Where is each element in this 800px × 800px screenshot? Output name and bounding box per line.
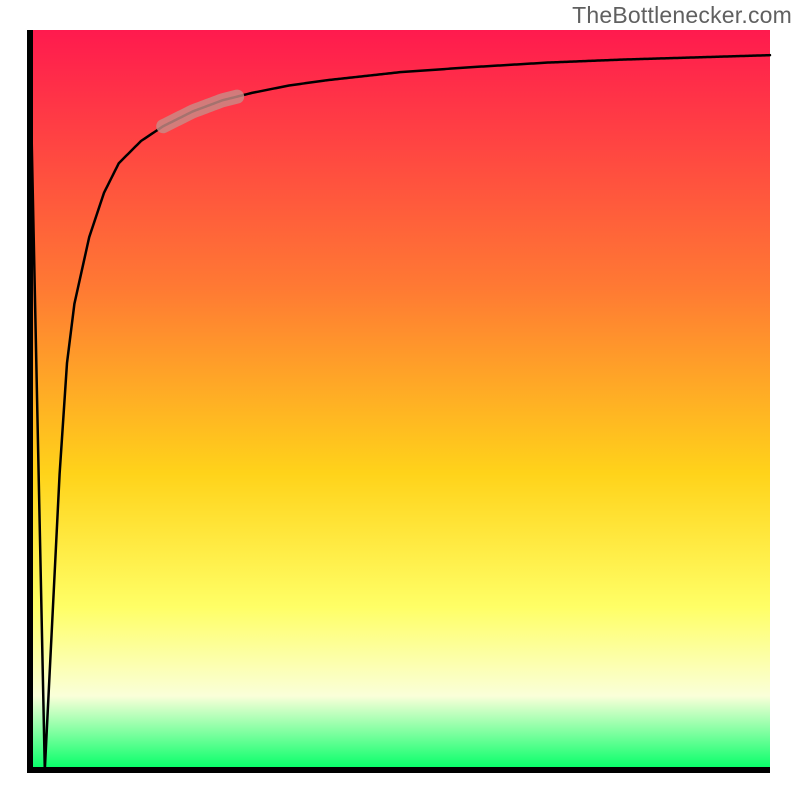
chart-container <box>0 0 800 800</box>
chart-svg <box>0 0 800 800</box>
